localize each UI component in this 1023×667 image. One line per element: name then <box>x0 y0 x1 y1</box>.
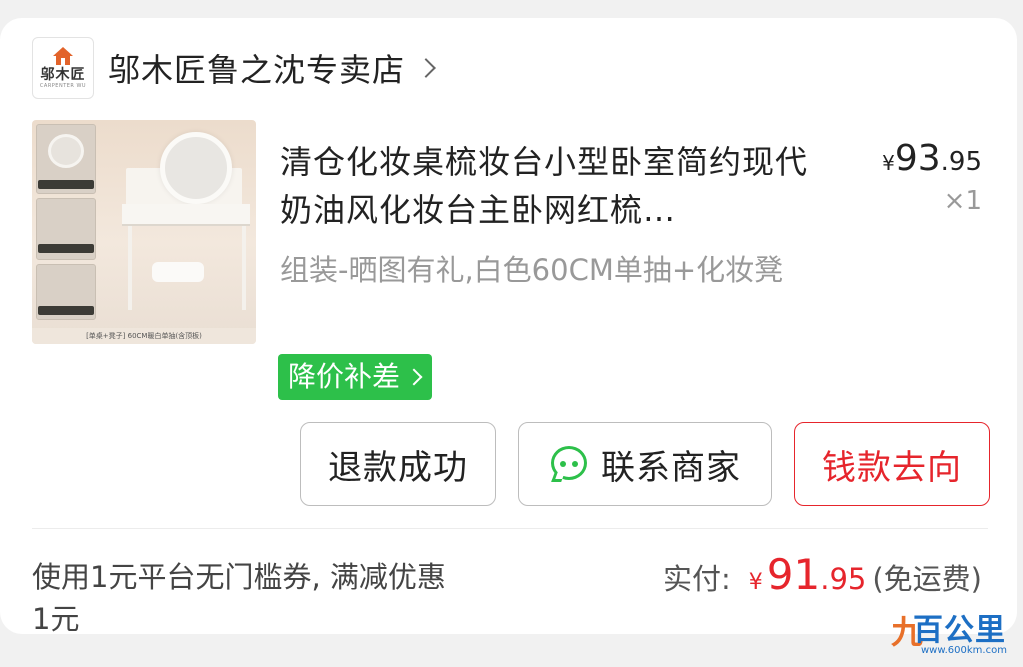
store-logo: 邬木匠 CARPENTER WU <box>32 37 94 99</box>
site-watermark: 九 百公里 www.600km.com <box>891 605 1019 661</box>
house-icon <box>52 46 74 65</box>
paid-label: 实付: <box>663 562 731 596</box>
store-logo-subtext: CARPENTER WU <box>39 82 87 89</box>
vanity-mirror <box>160 132 232 204</box>
watermark-url: www.600km.com <box>921 645 1007 656</box>
divider <box>32 528 988 529</box>
chat-bubble-icon <box>549 444 589 484</box>
price-integer: 93 <box>894 138 941 179</box>
paid-decimal: .95 <box>820 562 867 596</box>
product-sku: 组装-晒图有礼,白色60CM单抽+化妆凳 <box>280 253 784 287</box>
chevron-right-icon[interactable] <box>416 58 436 78</box>
money-tracking-button[interactable]: 钱款去向 <box>794 422 990 506</box>
price-decimal: .95 <box>940 147 982 177</box>
vanity-desk <box>122 204 250 226</box>
store-header[interactable]: 邬木匠 CARPENTER WU 邬木匠鲁之沈专卖店 <box>32 36 436 100</box>
contact-seller-button[interactable]: 联系商家 <box>518 422 772 506</box>
price-protection-label: 降价补差 <box>288 360 401 393</box>
product-quantity: ×1 <box>943 186 982 216</box>
money-tracking-label: 钱款去向 <box>822 447 962 488</box>
store-name[interactable]: 邬木匠鲁之沈专卖店 <box>108 45 405 91</box>
paid-currency: ¥ <box>748 570 763 595</box>
product-image[interactable]: [单桌+凳子] 60CM暖白单抽(含顶板) <box>32 120 256 344</box>
refund-status-label: 退款成功 <box>328 447 468 488</box>
price-currency: ¥ <box>882 151 895 175</box>
shipping-note: (免运费) <box>872 562 982 596</box>
vanity-stool <box>152 262 204 282</box>
paid-amount: 实付: ¥ 91 .95 (免运费) <box>663 550 982 599</box>
chevron-right-icon <box>405 368 423 386</box>
refund-status-button[interactable]: 退款成功 <box>300 422 496 506</box>
product-title[interactable]: 清仓化妆桌梳妆台小型卧室简约现代奶油风化妆台主卧网红梳… <box>280 138 825 234</box>
product-price: ¥93.95 <box>882 138 982 179</box>
watermark-main: 百公里 <box>913 613 1006 648</box>
mirror-detail <box>48 134 84 168</box>
price-protection-badge[interactable]: 降价补差 <box>278 354 433 400</box>
contact-seller-label: 联系商家 <box>601 447 741 488</box>
order-card: 邬木匠 CARPENTER WU 邬木匠鲁之沈专卖店 [单桌+凳子] 60CM暖… <box>0 18 1017 636</box>
store-logo-text: 邬木匠 <box>40 66 86 83</box>
coupon-info: 使用1元平台无门槛券, 满减优惠1元 <box>32 560 446 636</box>
product-image-caption: [单桌+凳子] 60CM暖白单抽(含顶板) <box>32 328 256 344</box>
paid-integer: 91 <box>766 550 821 599</box>
